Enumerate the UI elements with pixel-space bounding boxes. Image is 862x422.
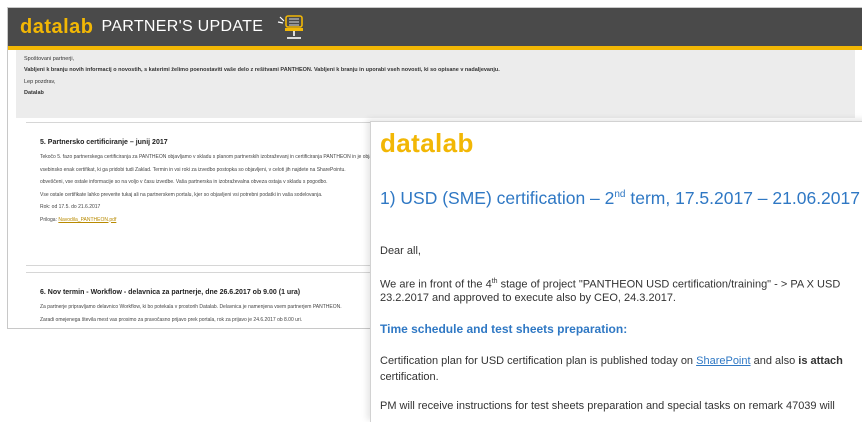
intro-greeting: Spoštovani partnerji, (24, 56, 75, 62)
para2-a: Certification plan for USD certification… (380, 355, 697, 367)
intro-text: Vabljeni k branju novih informacij o nov… (24, 67, 500, 74)
email-paragraph-1-line2: 23.2.2017 and approved to execute also b… (380, 292, 676, 304)
heading-part2: term, 17.5.2017 – 21.06.2017 (625, 188, 860, 208)
attachment-label: Priloga: (40, 216, 57, 223)
newsletter-title: PARTNER'S UPDATE (101, 18, 264, 35)
para2-b: and also (750, 355, 799, 367)
heading-part1: 1) USD (SME) certification – 2 (380, 188, 615, 208)
email-greeting: Dear all, (380, 245, 421, 257)
para1-a: We are in front of the 4 (380, 278, 492, 291)
email-subheading: Time schedule and test sheets preparatio… (380, 322, 628, 336)
email-heading: 1) USD (SME) certification – 2nd term, 1… (380, 188, 860, 209)
para1-b: stage of project "PANTHEON USD certifica… (497, 278, 841, 291)
intro-closing: Lep pozdrav, (24, 78, 56, 85)
attachment-link[interactable]: Navodila_PANTHEON.pdf (58, 217, 116, 223)
heading-ordinal: nd (614, 189, 626, 201)
intro-signature: Datalab (24, 90, 44, 97)
para2-bold: is attach (798, 355, 843, 367)
newsletter-intro: Spoštovani partnerji, Vabljeni k branju … (16, 50, 855, 118)
email-paragraph-2-line2: certification. (380, 371, 439, 383)
sharepoint-link[interactable]: SharePoint (696, 355, 750, 367)
email-paragraph-2: Certification plan for USD certification… (380, 353, 843, 369)
newsletter-logo: datalab (20, 15, 94, 38)
office-chair-icon (278, 15, 304, 39)
certification-email: datalab 1) USD (SME) certification – 2nd… (370, 121, 862, 422)
email-paragraph-3: PM will receive instructions for test sh… (380, 400, 835, 412)
email-logo: datalab (380, 128, 474, 158)
newsletter-banner: datalab PARTNER'S UPDATE (8, 8, 862, 46)
